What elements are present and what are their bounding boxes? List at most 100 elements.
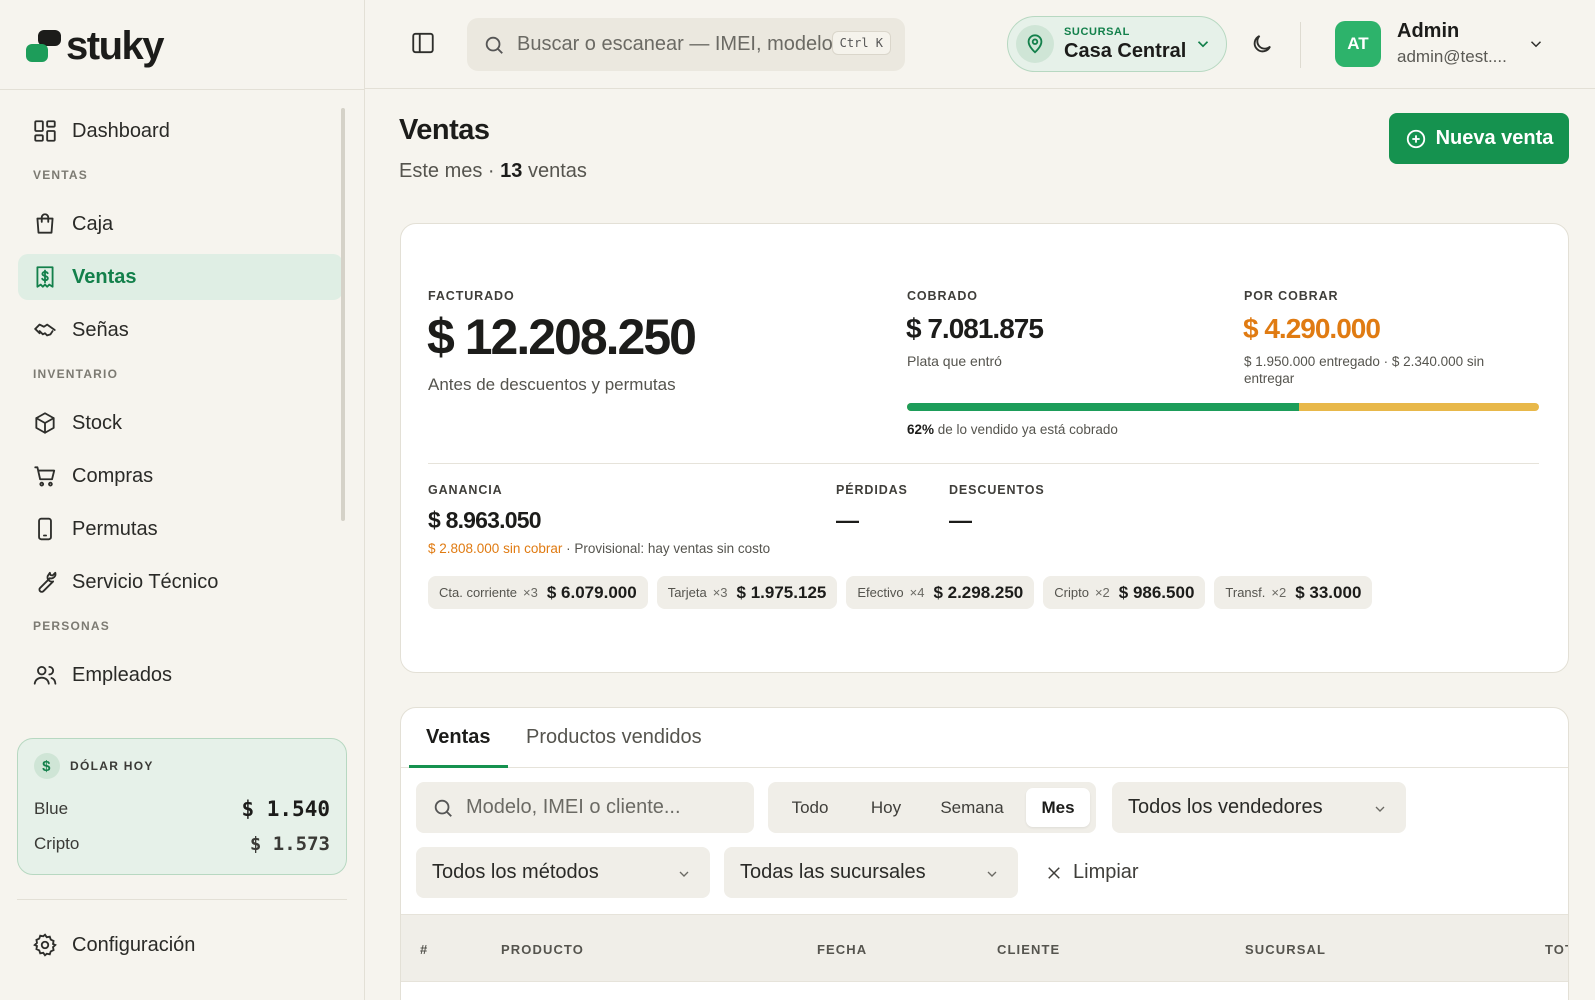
clear-filters-label: Limpiar bbox=[1073, 861, 1139, 883]
sidebar-toggle-icon[interactable] bbox=[410, 30, 436, 56]
brand-logo[interactable]: stuky bbox=[26, 26, 165, 66]
branch-filter-select[interactable]: Todas las sucursales bbox=[724, 847, 1018, 898]
user-name: Admin bbox=[1397, 20, 1460, 42]
sales-count: 13 bbox=[500, 160, 523, 182]
ganancia-label: GANANCIA bbox=[428, 483, 503, 497]
sidebar-item-caja[interactable]: Caja bbox=[18, 201, 343, 247]
page-subtitle: Este mes · 13 ventas bbox=[399, 160, 587, 183]
location-pin-icon bbox=[1016, 25, 1054, 63]
chevron-down-icon bbox=[987, 871, 997, 877]
date-range-segmented: Todo Hoy Semana Mes bbox=[768, 782, 1096, 833]
sidebar-item-compras[interactable]: Compras bbox=[18, 453, 343, 499]
range-todo[interactable]: Todo bbox=[776, 788, 844, 827]
tab-productos-vendidos[interactable]: Productos vendidos bbox=[526, 726, 702, 749]
users-icon bbox=[33, 665, 57, 685]
sidebar-item-label: Señas bbox=[72, 318, 129, 341]
chevron-down-icon bbox=[1197, 41, 1209, 48]
branch-name: Casa Central bbox=[1064, 39, 1187, 62]
chevron-down-icon bbox=[1375, 806, 1385, 812]
dolar-cripto-label: Cripto bbox=[34, 834, 80, 853]
sidebar-item-senas[interactable]: Señas bbox=[18, 307, 343, 353]
column-fecha[interactable]: FECHA bbox=[817, 942, 867, 957]
dashboard-icon bbox=[34, 120, 56, 142]
sidebar-item-dashboard[interactable]: Dashboard bbox=[18, 108, 343, 154]
column-sucursal[interactable]: SUCURSAL bbox=[1245, 942, 1326, 957]
sidebar-item-empleados[interactable]: Empleados bbox=[18, 652, 343, 698]
sales-search-placeholder: Modelo, IMEI o cliente... bbox=[466, 796, 681, 818]
column-total[interactable]: TOTAL bbox=[1545, 942, 1568, 957]
column-producto[interactable]: PRODUCTO bbox=[501, 942, 584, 957]
new-sale-button[interactable]: Nueva venta bbox=[1389, 113, 1569, 164]
table-header: # PRODUCTO FECHA CLIENTE SUCURSAL TOTAL bbox=[401, 914, 1568, 982]
nav-section-ventas: VENTAS bbox=[33, 168, 88, 182]
facturado-value: $ 12.208.250 bbox=[427, 309, 697, 365]
column-number[interactable]: # bbox=[420, 942, 428, 957]
global-search-input[interactable]: Buscar o escanear — IMEI, modelo, client… bbox=[467, 18, 905, 71]
method-amount: $ 1.975.125 bbox=[736, 582, 827, 602]
method-select[interactable]: Todos los métodos bbox=[416, 847, 710, 898]
user-email: admin@test.... bbox=[1397, 47, 1507, 66]
search-icon bbox=[485, 36, 503, 54]
phone-icon bbox=[38, 517, 52, 541]
sidebar-item-stock[interactable]: Stock bbox=[18, 400, 343, 446]
sidebar-item-configuracion[interactable]: Configuración bbox=[32, 932, 195, 958]
ganancia-value: $ 8.963.050 bbox=[428, 507, 542, 533]
sidebar-item-servicio[interactable]: Servicio Técnico bbox=[18, 559, 343, 605]
por-cobrar-note: $ 1.950.000 entregado · $ 2.340.000 sin … bbox=[1244, 354, 1485, 386]
method-amount: $ 6.079.000 bbox=[546, 582, 637, 602]
user-menu[interactable]: AT Admin admin@test.... bbox=[1335, 20, 1545, 67]
dolar-title: DÓLAR HOY bbox=[70, 759, 154, 773]
logo-mark-icon bbox=[26, 28, 64, 64]
column-cliente[interactable]: CLIENTE bbox=[997, 942, 1060, 957]
sidebar-item-ventas[interactable]: Ventas bbox=[18, 254, 343, 300]
range-hoy[interactable]: Hoy bbox=[852, 788, 920, 827]
collected-pct: 62% bbox=[907, 422, 935, 437]
dollar-icon: $ bbox=[34, 753, 60, 779]
plus-circle-icon bbox=[1406, 129, 1425, 148]
seller-select-value: Todos los vendedores bbox=[1128, 796, 1323, 818]
sales-search-input[interactable]: Modelo, IMEI o cliente... bbox=[416, 782, 754, 833]
clear-filters-button[interactable]: Limpiar bbox=[1045, 847, 1139, 898]
topbar-divider bbox=[1300, 22, 1301, 68]
method-select-value: Todos los métodos bbox=[432, 861, 599, 883]
collected-progress-fill bbox=[907, 403, 1299, 411]
avatar: AT bbox=[1335, 20, 1381, 67]
subtitle-prefix: Este mes · bbox=[399, 160, 501, 182]
sidebar-nav: Dashboard VENTAS Caja Ventas Señas INVENTARIO… bbox=[18, 108, 343, 718]
method-amount: $ 2.298.250 bbox=[933, 582, 1024, 602]
seller-select[interactable]: Todos los vendedores bbox=[1112, 782, 1406, 833]
sidebar-scrollbar[interactable] bbox=[341, 108, 345, 521]
payment-method-chip: Cta. corriente ×3 $ 6.079.000 bbox=[428, 576, 648, 609]
box-icon bbox=[35, 412, 55, 434]
perdidas-label: PÉRDIDAS bbox=[836, 483, 908, 497]
payment-method-chip: Transf. ×2 $ 33.000 bbox=[1214, 576, 1373, 609]
por-cobrar-label: POR COBRAR bbox=[1244, 289, 1339, 303]
sidebar-item-label: Empleados bbox=[72, 663, 173, 686]
dolar-cripto-value: $ 1.573 bbox=[249, 833, 330, 855]
sidebar-item-label: Permutas bbox=[72, 517, 158, 540]
cobrado-label: COBRADO bbox=[907, 289, 978, 303]
handshake-icon bbox=[34, 323, 56, 337]
branch-selector[interactable]: SUCURSAL Casa Central bbox=[1007, 16, 1227, 72]
range-mes[interactable]: Mes bbox=[1026, 788, 1090, 827]
dolar-blue-label: Blue bbox=[34, 799, 69, 818]
summary-divider bbox=[428, 463, 1539, 464]
shopping-bag-icon bbox=[36, 213, 54, 234]
sidebar-item-permutas[interactable]: Permutas bbox=[18, 506, 343, 552]
search-shortcut: Ctrl K bbox=[831, 31, 891, 55]
search-icon bbox=[434, 799, 452, 817]
payment-method-chip: Cripto ×2 $ 986.500 bbox=[1043, 576, 1206, 609]
range-semana[interactable]: Semana bbox=[924, 788, 1020, 827]
method-count: ×4 bbox=[909, 585, 925, 600]
sidebar-item-label: Stock bbox=[72, 411, 123, 434]
chevron-down-icon bbox=[679, 871, 689, 877]
cart-icon bbox=[34, 466, 56, 487]
theme-toggle-moon-icon[interactable] bbox=[1250, 32, 1274, 56]
sidebar-divider bbox=[0, 89, 365, 90]
dolar-blue-row: Blue $ 1.540 bbox=[34, 797, 330, 821]
tab-ventas[interactable]: Ventas bbox=[426, 726, 490, 749]
sidebar-divider bbox=[17, 899, 347, 900]
topbar: Buscar o escanear — IMEI, modelo, client… bbox=[365, 0, 1595, 89]
method-name: Transf. bbox=[1225, 585, 1266, 600]
sales-list-panel: Ventas Productos vendidos Modelo, IMEI o… bbox=[400, 707, 1569, 1000]
